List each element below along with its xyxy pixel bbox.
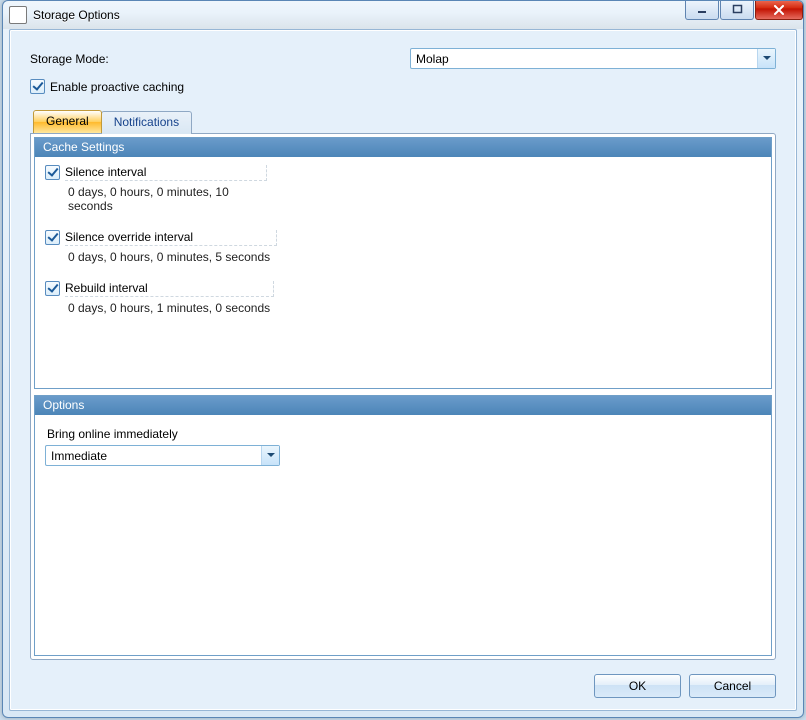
storage-mode-value: Molap: [416, 52, 449, 66]
enable-caching-label: Enable proactive caching: [50, 80, 184, 94]
bring-online-value: Immediate: [51, 449, 107, 463]
silence-override-setting: Silence override interval 0 days, 0 hour…: [45, 230, 761, 267]
app-icon: [9, 6, 27, 24]
storage-mode-row: Storage Mode: Molap: [30, 48, 776, 69]
silence-override-label: Silence override interval: [65, 230, 277, 246]
options-body: Bring online immediately Immediate: [35, 415, 771, 474]
storage-options-dialog: Storage Options Storage Mode: Molap Enab…: [2, 0, 804, 718]
storage-mode-label: Storage Mode:: [30, 52, 410, 66]
rebuild-interval-checkbox[interactable]: Rebuild interval: [45, 281, 761, 297]
enable-caching-checkbox[interactable]: Enable proactive caching: [30, 79, 776, 94]
silence-interval-setting: Silence interval 0 days, 0 hours, 0 minu…: [45, 165, 761, 216]
chevron-down-icon[interactable]: [757, 49, 775, 68]
options-group: Options Bring online immediately Immedia…: [34, 395, 772, 656]
close-button[interactable]: [755, 0, 803, 20]
cancel-button[interactable]: Cancel: [689, 674, 776, 698]
bring-online-combo[interactable]: Immediate: [45, 445, 280, 466]
checkbox-icon: [45, 281, 60, 296]
ok-button[interactable]: OK: [594, 674, 681, 698]
tab-strip: General Notifications: [33, 110, 776, 133]
minimize-button[interactable]: [685, 0, 719, 20]
cache-settings-group: Cache Settings Silence interval 0 days, …: [34, 137, 772, 389]
options-header: Options: [35, 396, 771, 415]
checkbox-icon: [30, 79, 45, 94]
rebuild-interval-setting: Rebuild interval 0 days, 0 hours, 1 minu…: [45, 281, 761, 318]
dialog-footer: OK Cancel: [30, 674, 776, 698]
silence-interval-label: Silence interval: [65, 165, 267, 181]
rebuild-interval-label: Rebuild interval: [65, 281, 274, 297]
chevron-down-icon[interactable]: [261, 446, 279, 465]
tab-general[interactable]: General: [33, 110, 102, 133]
rebuild-interval-value[interactable]: 0 days, 0 hours, 1 minutes, 0 seconds: [65, 298, 279, 318]
silence-interval-value[interactable]: 0 days, 0 hours, 0 minutes, 10 seconds: [65, 182, 279, 216]
client-area: Storage Mode: Molap Enable proactive cac…: [9, 29, 797, 711]
silence-override-value[interactable]: 0 days, 0 hours, 0 minutes, 5 seconds: [65, 247, 279, 267]
cache-settings-body: Silence interval 0 days, 0 hours, 0 minu…: [35, 157, 771, 340]
tab-panel-general: Cache Settings Silence interval 0 days, …: [30, 133, 776, 660]
storage-mode-combo[interactable]: Molap: [410, 48, 776, 69]
tabs-container: General Notifications Cache Settings Sil…: [30, 110, 776, 660]
window-controls: [684, 0, 803, 20]
maximize-button[interactable]: [720, 0, 754, 20]
silence-interval-checkbox[interactable]: Silence interval: [45, 165, 761, 181]
bring-online-label: Bring online immediately: [47, 427, 761, 441]
title-bar[interactable]: Storage Options: [3, 1, 803, 29]
checkbox-icon: [45, 230, 60, 245]
checkbox-icon: [45, 165, 60, 180]
cache-settings-header: Cache Settings: [35, 138, 771, 157]
tab-notifications[interactable]: Notifications: [101, 111, 192, 134]
silence-override-checkbox[interactable]: Silence override interval: [45, 230, 761, 246]
window-title: Storage Options: [33, 8, 120, 22]
